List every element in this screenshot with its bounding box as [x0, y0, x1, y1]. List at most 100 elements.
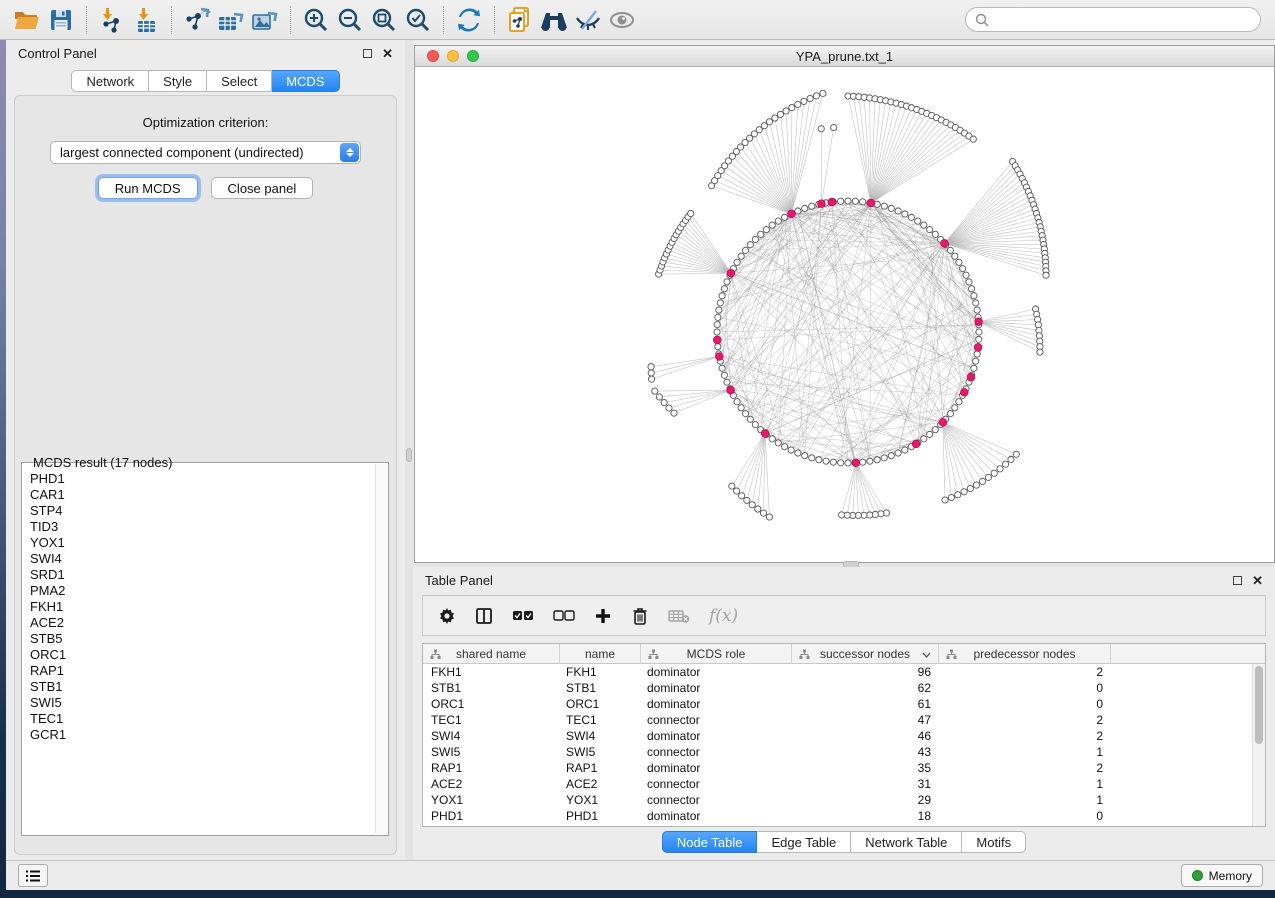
- table-row[interactable]: ORC1ORC1dominator610: [423, 696, 1252, 712]
- mcds-result-item[interactable]: SWI5: [22, 695, 375, 711]
- select-all-button[interactable]: [512, 609, 534, 623]
- delete-column-button[interactable]: [631, 606, 649, 626]
- scrollbar-thumb[interactable]: [1255, 666, 1263, 744]
- table-cell: dominator: [641, 728, 792, 744]
- table-cell: FKH1: [423, 664, 560, 680]
- clone-network-button[interactable]: [503, 4, 537, 36]
- zoom-fit-button[interactable]: [367, 4, 401, 36]
- tab-edge-table[interactable]: Edge Table: [757, 831, 851, 853]
- open-session-button[interactable]: [10, 4, 44, 36]
- table-row[interactable]: SWI5SWI5connector431: [423, 744, 1252, 760]
- import-table-button[interactable]: [129, 4, 163, 36]
- table-cell: STB1: [423, 680, 560, 696]
- search-box[interactable]: [965, 7, 1261, 32]
- optimization-criterion-label: Optimization criterion:: [15, 115, 396, 130]
- toggle-column-panel-button[interactable]: [475, 607, 493, 625]
- mcds-result-item[interactable]: FKH1: [22, 599, 375, 615]
- table-settings-button[interactable]: [438, 607, 456, 625]
- table-scrollbar[interactable]: [1252, 664, 1265, 826]
- column-header-name[interactable]: name: [560, 644, 641, 663]
- hide-details-button[interactable]: [571, 4, 605, 36]
- zoom-selected-button[interactable]: [401, 4, 435, 36]
- mcds-result-item[interactable]: STP4: [22, 503, 375, 519]
- mcds-result-item[interactable]: PHD1: [22, 471, 375, 487]
- table-cell: connector: [641, 776, 792, 792]
- tab-mcds[interactable]: MCDS: [272, 70, 339, 92]
- mcds-result-item[interactable]: STB1: [22, 679, 375, 695]
- mcds-result-item[interactable]: GCR1: [22, 727, 375, 743]
- tab-select[interactable]: Select: [207, 70, 272, 92]
- first-neighbors-button[interactable]: [537, 4, 571, 36]
- mcds-result-item[interactable]: YOX1: [22, 535, 375, 551]
- network-view[interactable]: [415, 67, 1274, 562]
- export-network-icon: [183, 7, 211, 33]
- column-header-predecessor-nodes[interactable]: predecessor nodes: [939, 644, 1111, 663]
- mcds-result-item[interactable]: PMA2: [22, 583, 375, 599]
- zoom-in-button[interactable]: [299, 4, 333, 36]
- mcds-result-item[interactable]: TID3: [22, 519, 375, 535]
- status-bar: Memory: [6, 860, 1275, 890]
- export-image-button[interactable]: [248, 4, 282, 36]
- tab-node-table[interactable]: Node Table: [662, 831, 758, 853]
- show-tasks-button[interactable]: [18, 864, 48, 887]
- mcds-result-item[interactable]: SRD1: [22, 567, 375, 583]
- table-cell: 2: [939, 760, 1111, 776]
- float-panel-icon[interactable]: [363, 49, 372, 58]
- delete-table-button[interactable]: [668, 608, 690, 624]
- import-network-button[interactable]: [95, 4, 129, 36]
- tab-network[interactable]: Network: [71, 70, 149, 92]
- mcds-result-item[interactable]: STB5: [22, 631, 375, 647]
- table-row[interactable]: YOX1YOX1connector291: [423, 792, 1252, 808]
- export-network-button[interactable]: [180, 4, 214, 36]
- column-header-successor-nodes[interactable]: successor nodes: [792, 644, 939, 663]
- apply-function-button[interactable]: f(x): [709, 606, 738, 626]
- table-cell: 2: [939, 664, 1111, 680]
- search-input[interactable]: [994, 13, 1251, 27]
- mcds-result-item[interactable]: ORC1: [22, 647, 375, 663]
- optimization-criterion-select[interactable]: largest connected component (undirected): [50, 141, 361, 164]
- update-network-button[interactable]: [452, 4, 486, 36]
- float-panel-icon[interactable]: [1233, 576, 1242, 585]
- table-cell: YOX1: [560, 792, 641, 808]
- table-row[interactable]: PHD1PHD1dominator180: [423, 808, 1252, 824]
- save-session-button[interactable]: [44, 4, 78, 36]
- table-row[interactable]: TEC1TEC1connector472: [423, 712, 1252, 728]
- network-window-title: YPA_prune.txt_1: [415, 49, 1274, 64]
- table-panel-title: Table Panel: [425, 573, 493, 588]
- tab-motifs[interactable]: Motifs: [962, 831, 1026, 853]
- mcds-result-item[interactable]: SWI4: [22, 551, 375, 567]
- trash-icon: [631, 606, 649, 626]
- mcds-result-item[interactable]: TEC1: [22, 711, 375, 727]
- close-panel-icon[interactable]: ✕: [1252, 574, 1263, 587]
- export-table-button[interactable]: [214, 4, 248, 36]
- memory-button[interactable]: Memory: [1181, 864, 1263, 887]
- column-header-mcds-role[interactable]: MCDS role: [641, 644, 792, 663]
- table-row[interactable]: FKH1FKH1dominator962: [423, 664, 1252, 680]
- close-panel-icon[interactable]: ✕: [382, 47, 393, 60]
- control-panel-title: Control Panel: [18, 46, 97, 61]
- table-row[interactable]: STB1STB1dominator620: [423, 680, 1252, 696]
- add-column-button[interactable]: [594, 607, 612, 625]
- unselect-all-icon: [553, 609, 575, 623]
- table-cell: PHD1: [423, 808, 560, 824]
- mcds-result-scrollbar[interactable]: [375, 464, 387, 834]
- close-panel-button[interactable]: Close panel: [211, 177, 314, 199]
- main-toolbar: [0, 0, 1275, 40]
- run-mcds-button[interactable]: Run MCDS: [98, 177, 198, 199]
- mcds-result-item[interactable]: RAP1: [22, 663, 375, 679]
- splitter-handle[interactable]: [406, 448, 412, 462]
- table-row[interactable]: ACE2ACE2connector311: [423, 776, 1252, 792]
- mcds-result-item[interactable]: CAR1: [22, 487, 375, 503]
- table-row[interactable]: RAP1RAP1dominator352: [423, 760, 1252, 776]
- tab-network-table[interactable]: Network Table: [851, 831, 962, 853]
- vertical-splitter[interactable]: [405, 40, 413, 860]
- zoom-out-button[interactable]: [333, 4, 367, 36]
- table-row[interactable]: SWI4SWI4dominator462: [423, 728, 1252, 744]
- column-header-shared-name[interactable]: shared name: [423, 644, 560, 663]
- table-cell: SWI4: [560, 728, 641, 744]
- import-network-icon: [99, 7, 125, 33]
- show-details-button[interactable]: [605, 4, 639, 36]
- tab-style[interactable]: Style: [149, 70, 207, 92]
- unselect-all-button[interactable]: [553, 609, 575, 623]
- mcds-result-item[interactable]: ACE2: [22, 615, 375, 631]
